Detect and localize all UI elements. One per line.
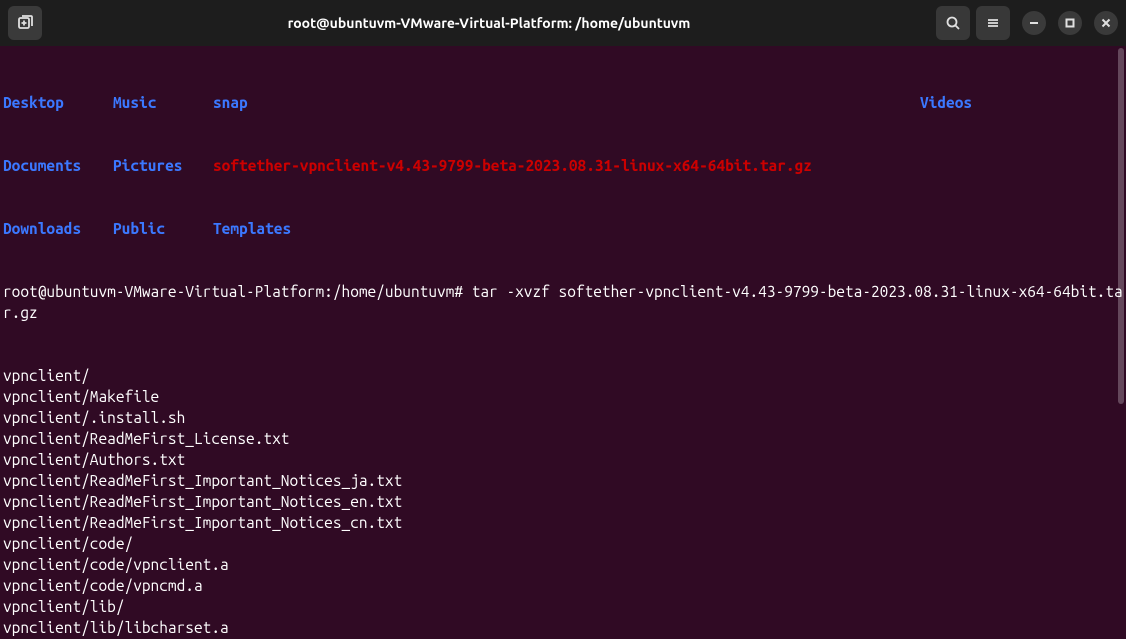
dir-entry: Documents	[3, 155, 113, 176]
menu-button[interactable]	[976, 6, 1010, 40]
output-line: vpnclient/.install.sh	[3, 407, 1123, 428]
file-entry: softether-vpnclient-v4.43-9799-beta-2023…	[213, 155, 812, 176]
output-line: vpnclient/Makefile	[3, 386, 1123, 407]
terminal-area[interactable]: DesktopMusicsnap Videos DocumentsPictures…	[0, 46, 1126, 639]
dir-entry: Templates	[213, 218, 291, 239]
close-button[interactable]	[1094, 11, 1118, 35]
dir-entry: Pictures	[113, 155, 213, 176]
dir-entry: Desktop	[3, 92, 113, 113]
dir-entry: Public	[113, 218, 213, 239]
minimize-button[interactable]	[1022, 11, 1046, 35]
output-line: vpnclient/code/vpncmd.a	[3, 575, 1123, 596]
dir-entry: Videos	[920, 92, 972, 113]
search-button[interactable]	[936, 6, 970, 40]
command-line: root@ubuntuvm-VMware-Virtual-Platform:/h…	[3, 281, 1123, 323]
dir-entry: Music	[113, 92, 213, 113]
output-line: vpnclient/	[3, 365, 1123, 386]
output-line: vpnclient/ReadMeFirst_License.txt	[3, 428, 1123, 449]
output-line: vpnclient/Authors.txt	[3, 449, 1123, 470]
maximize-button[interactable]	[1058, 11, 1082, 35]
output-line: vpnclient/lib/	[3, 596, 1123, 617]
window-controls	[1022, 11, 1118, 35]
window-title: root@ubuntuvm-VMware-Virtual-Platform: /…	[48, 15, 930, 31]
output-line: vpnclient/lib/libcharset.a	[3, 617, 1123, 638]
output-line: vpnclient/ReadMeFirst_Important_Notices_…	[3, 470, 1123, 491]
dir-entry: snap	[213, 92, 248, 113]
dir-entry: Downloads	[3, 218, 113, 239]
ls-row: DownloadsPublicTemplates	[3, 218, 1123, 239]
titlebar: root@ubuntuvm-VMware-Virtual-Platform: /…	[0, 0, 1126, 46]
output-line: vpnclient/ReadMeFirst_Important_Notices_…	[3, 512, 1123, 533]
output-line: vpnclient/code/vpnclient.a	[3, 554, 1123, 575]
new-tab-button[interactable]	[8, 6, 42, 40]
scrollbar[interactable]	[1118, 48, 1124, 404]
output-line: vpnclient/code/	[3, 533, 1123, 554]
ls-row: DocumentsPicturessoftether-vpnclient-v4.…	[3, 155, 1123, 176]
ls-row: DesktopMusicsnap Videos	[3, 92, 1123, 113]
output-line: vpnclient/ReadMeFirst_Important_Notices_…	[3, 491, 1123, 512]
